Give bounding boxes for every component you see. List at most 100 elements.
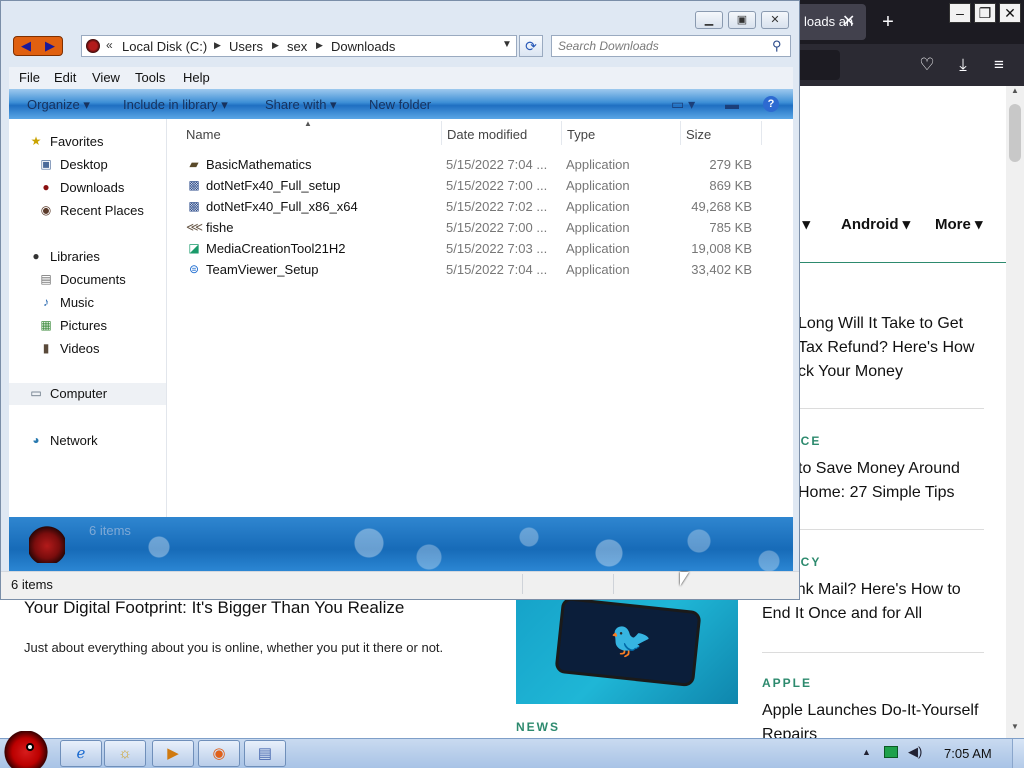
column-divider[interactable] [441,121,442,145]
menu-help[interactable]: Help [183,70,210,85]
menu-icon[interactable]: ≡ [986,52,1012,78]
breadcrumb-arrow-icon[interactable]: ▶ [272,40,279,51]
address-bar[interactable]: « Local Disk (C:) ▶ Users ▶ sex ▶ Downlo… [81,35,517,57]
documents-icon: ▤ [40,272,52,286]
file-name: fishe [206,220,234,235]
scroll-up-icon[interactable]: ▲ [1006,86,1024,100]
file-row[interactable]: ▰ BasicMathematics 5/15/2022 7:04 ... Ap… [182,154,762,174]
start-button[interactable] [4,731,48,768]
status-item-count: 6 items [11,577,53,592]
browser-close-button[interactable]: ✕ [999,3,1021,23]
breadcrumb-arrow-icon[interactable]: ▶ [316,40,323,51]
breadcrumb-arrow-icon[interactable]: ▶ [214,40,221,51]
clock[interactable]: 7:05 AM [944,746,992,761]
preview-pane-icon[interactable]: ▬ [725,96,739,112]
breadcrumb-users[interactable]: Users [229,39,263,54]
nav-downloads[interactable]: ● Downloads [9,177,166,197]
file-size: 279 KB [709,157,752,172]
pocket-icon[interactable]: ♡ [914,52,940,78]
tray-expand-icon[interactable]: ▲ [862,747,871,757]
show-desktop-button[interactable] [1012,739,1024,768]
menu-file[interactable]: File [19,70,40,85]
article-title[interactable]: to Save Money Around Home: 27 Simple Tip… [798,457,984,505]
nav-libraries[interactable]: ● Libraries [9,246,166,266]
file-size: 49,268 KB [691,199,752,214]
search-icon[interactable]: ⚲ [772,38,782,54]
organize-button[interactable]: Organize ▾ [27,97,90,113]
nav-favorites[interactable]: ★ Favorites [9,131,166,151]
column-divider[interactable] [680,121,681,145]
file-row[interactable]: ⊜ TeamViewer_Setup 5/15/2022 7:04 ... Ap… [182,259,762,279]
site-nav-android[interactable]: Android ▾ [841,215,910,233]
file-row[interactable]: ◪ MediaCreationTool21H2 5/15/2022 7:03 .… [182,238,762,258]
file-name: BasicMathematics [206,157,312,172]
share-with-button[interactable]: Share with ▾ [265,97,337,113]
content-area: ★ Favorites ▣ Desktop ● Downloads ◉ Rece… [9,119,793,517]
menu-edit[interactable]: Edit [54,70,76,85]
installer-icon: ▩ [188,199,200,213]
scroll-down-icon[interactable]: ▼ [1006,722,1024,736]
menu-view[interactable]: View [92,70,120,85]
article-divider [762,652,984,653]
taskbar-explorer-window[interactable]: ▤ [244,740,286,767]
help-icon[interactable]: ? [763,96,779,112]
browser-restore-button[interactable]: ❐ [974,3,996,23]
include-in-library-button[interactable]: Include in library ▾ [123,97,228,113]
nav-documents[interactable]: ▤ Documents [9,269,166,289]
download-icon[interactable]: ⤓ [950,52,976,78]
menu-tools[interactable]: Tools [135,70,165,85]
nav-network[interactable]: ◕ Network [9,430,166,450]
breadcrumb-downloads[interactable]: Downloads [331,39,395,54]
nav-videos[interactable]: ▮ Videos [9,338,166,358]
file-row[interactable]: ▩ dotNetFx40_Full_setup 5/15/2022 7:00 .… [182,175,762,195]
nav-desktop[interactable]: ▣ Desktop [9,154,166,174]
back-icon[interactable]: ◀ [14,37,38,55]
new-folder-button[interactable]: New folder [369,97,431,112]
network-tray-icon[interactable] [884,746,898,758]
nav-pictures[interactable]: ▦ Pictures [9,315,166,335]
column-divider[interactable] [761,121,762,145]
close-button[interactable]: ✕ [761,11,789,29]
article-thumbnail[interactable]: 🐦 [516,598,738,704]
new-tab-button[interactable]: + [876,8,900,36]
search-box[interactable]: ⚲ [551,35,791,57]
forward-icon[interactable]: ▶ [38,37,62,55]
column-date-modified[interactable]: Date modified [447,127,527,142]
breadcrumb-local-disk[interactable]: Local Disk (C:) [122,39,207,54]
search-input[interactable] [558,38,764,54]
minimize-button[interactable]: ▁ [695,11,723,29]
address-dropdown-icon[interactable]: ▼ [502,39,512,50]
downloads-icon: ● [42,180,50,194]
overflow-chevron-icon[interactable]: « [106,38,113,52]
column-size[interactable]: Size [686,127,711,142]
file-list: ▲ Name Date modified Type Size ▰ BasicMa… [168,119,793,517]
refresh-button[interactable]: ⟳ [519,35,543,57]
scrollbar-thumb[interactable] [1009,104,1021,162]
file-size: 19,008 KB [691,241,752,256]
file-row[interactable]: ⋘ fishe 5/15/2022 7:00 ... Application 7… [182,217,762,237]
file-row[interactable]: ▩ dotNetFx40_Full_x86_x64 5/15/2022 7:02… [182,196,762,216]
article-title[interactable]: Long Will It Take to Get Tax Refund? Her… [798,312,984,384]
taskbar-internet-explorer[interactable]: ℯ [60,740,102,767]
navigation-pane: ★ Favorites ▣ Desktop ● Downloads ◉ Rece… [9,119,167,517]
site-nav-more[interactable]: More ▾ [935,215,983,233]
column-divider[interactable] [561,121,562,145]
nav-music[interactable]: ♪ Music [9,292,166,312]
volume-icon[interactable]: ◀) [908,744,922,760]
file-date: 5/15/2022 7:04 ... [446,262,548,277]
browser-minimize-button[interactable]: – [949,3,971,23]
file-type: Application [566,157,630,172]
tab-close-icon[interactable]: ✕ [842,12,855,32]
maximize-button[interactable]: ▣ [728,11,756,29]
taskbar-media-player[interactable]: ▶ [152,740,194,767]
nav-recent-places[interactable]: ◉ Recent Places [9,200,166,220]
taskbar-firefox[interactable]: ◉ [198,740,240,767]
column-name[interactable]: Name [186,127,221,142]
browser-scrollbar[interactable]: ▲ ▼ [1006,86,1024,738]
main-article-title[interactable]: Your Digital Footprint: It's Bigger Than… [24,598,404,618]
nav-computer[interactable]: ▭ Computer [9,383,166,405]
view-options-icon[interactable]: ▭ ▾ [671,96,695,113]
breadcrumb-user[interactable]: sex [287,39,307,54]
column-type[interactable]: Type [567,127,595,142]
taskbar-folder[interactable]: ☼ [104,740,146,767]
